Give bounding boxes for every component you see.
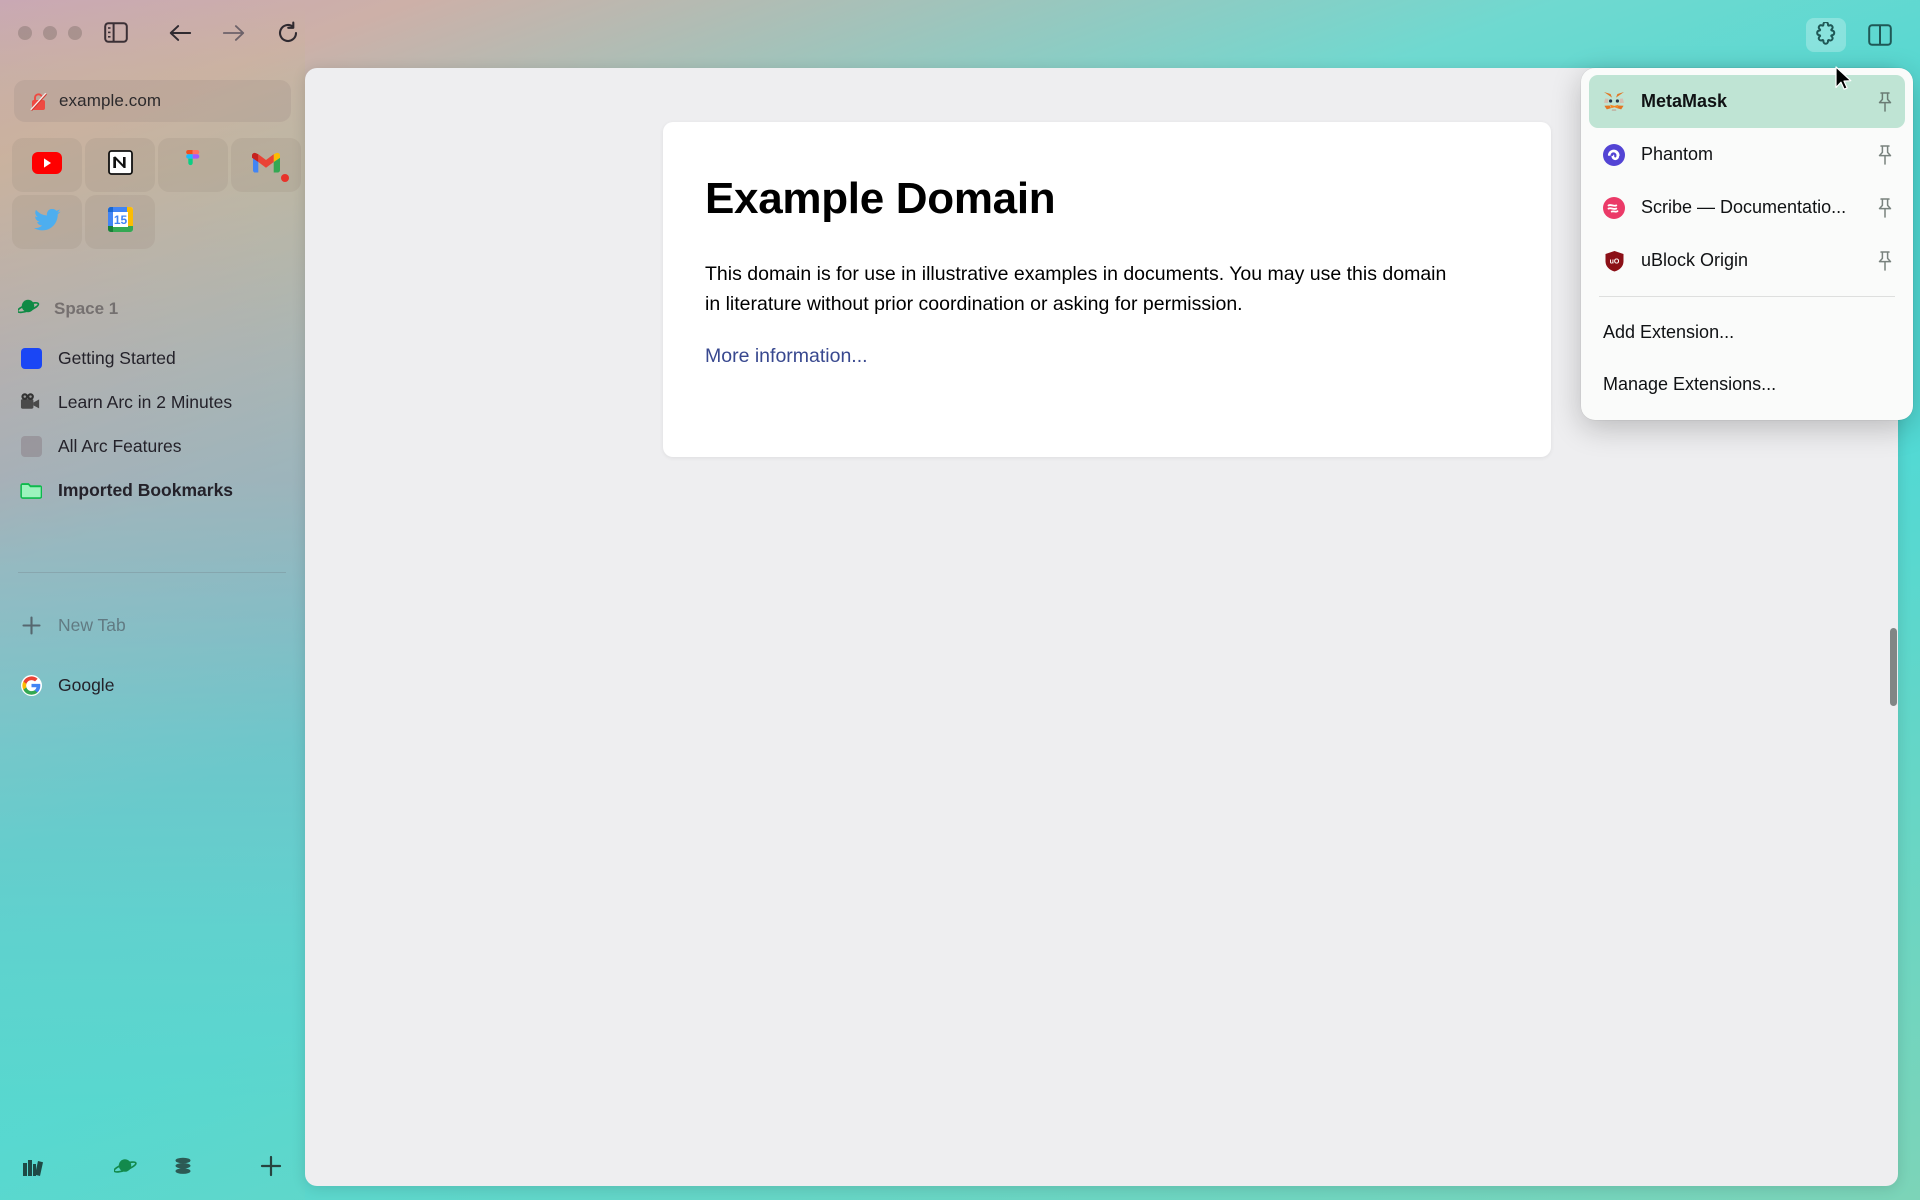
pinned-tab-figma[interactable]: [158, 138, 228, 192]
notification-badge: [281, 174, 289, 182]
extension-item-metamask[interactable]: MetaMask: [1589, 75, 1905, 128]
extension-name: Phantom: [1641, 144, 1714, 164]
more-information-link[interactable]: More information...: [705, 345, 868, 367]
menu-divider: [1599, 296, 1895, 297]
movie-camera-icon: [20, 391, 42, 413]
phantom-ghost-icon: [1603, 143, 1625, 166]
extension-item-ublock-origin[interactable]: uO uBlock Origin: [1589, 234, 1905, 287]
address-bar[interactable]: example.com: [14, 80, 291, 122]
pinned-tab-google-calendar[interactable]: 15: [85, 195, 155, 249]
sidebar-item-learn-arc[interactable]: Learn Arc in 2 Minutes: [12, 380, 294, 424]
extension-name: MetaMask: [1641, 91, 1728, 111]
extensions-puzzle-icon[interactable]: [1806, 18, 1846, 52]
calendar-icon: 15: [107, 207, 133, 237]
library-icon[interactable]: [22, 1155, 48, 1177]
not-secure-icon: [30, 92, 48, 111]
google-icon: [20, 674, 42, 696]
reload-icon[interactable]: [276, 21, 300, 45]
back-icon[interactable]: [168, 21, 192, 45]
blue-square-icon: [20, 347, 42, 369]
extension-name: uBlock Origin: [1641, 250, 1749, 270]
extensions-dropdown-menu: MetaMask Phantom Scribe — Documentatio..…: [1581, 68, 1913, 420]
sidebar-bottom-bar: [0, 1154, 305, 1178]
twitter-icon: [33, 208, 61, 236]
sidebar-item-google[interactable]: Google: [20, 668, 114, 702]
scribe-icon: [1603, 196, 1625, 219]
pinned-tabs-grid: 15: [12, 138, 301, 249]
pin-icon[interactable]: [1875, 197, 1895, 219]
youtube-icon: [32, 151, 62, 179]
planet-icon[interactable]: [113, 1156, 138, 1177]
figma-icon: [184, 149, 202, 181]
sidebar-item-label: Getting Started: [58, 347, 176, 368]
sidebar-divider: [18, 572, 286, 573]
page-scrollbar-thumb[interactable]: [1890, 628, 1897, 706]
toggle-sidebar-icon[interactable]: [104, 22, 128, 43]
archive-icon[interactable]: [172, 1155, 194, 1177]
sidebar-item-imported-bookmarks[interactable]: Imported Bookmarks: [12, 468, 294, 512]
split-view-icon[interactable]: [1860, 18, 1900, 52]
extension-name: Scribe — Documentatio...: [1641, 197, 1847, 217]
sidebar-item-getting-started[interactable]: Getting Started: [12, 336, 294, 380]
window-traffic-lights[interactable]: [18, 26, 82, 40]
notion-icon: [107, 150, 133, 180]
svg-text:15: 15: [113, 213, 127, 227]
grey-square-icon: [20, 435, 42, 457]
sidebar-item-label: Google: [58, 674, 115, 695]
example-domain-card: Example Domain This domain is for use in…: [663, 122, 1551, 457]
toolbar-right: [1806, 18, 1900, 52]
new-tab-label: New Tab: [58, 614, 126, 635]
plus-icon[interactable]: [259, 1154, 283, 1178]
plus-icon: [20, 614, 42, 636]
pinned-tab-twitter[interactable]: [12, 195, 82, 249]
sidebar-item-label: Learn Arc in 2 Minutes: [58, 391, 233, 412]
space-label: Space 1: [54, 299, 119, 318]
extension-item-scribe[interactable]: Scribe — Documentatio...: [1589, 181, 1905, 234]
maximize-window-button[interactable]: [68, 26, 82, 40]
close-window-button[interactable]: [18, 26, 32, 40]
pinned-tab-notion[interactable]: [85, 138, 155, 192]
ublock-shield-icon: uO: [1603, 250, 1625, 272]
address-text: example.com: [59, 91, 162, 110]
pin-icon[interactable]: [1875, 144, 1895, 166]
add-extension-label: Add Extension...: [1603, 321, 1735, 342]
add-extension-menu-item[interactable]: Add Extension...: [1589, 306, 1905, 358]
pin-icon[interactable]: [1875, 91, 1895, 113]
pinned-tab-gmail[interactable]: [231, 138, 301, 192]
extension-item-phantom[interactable]: Phantom: [1589, 128, 1905, 181]
green-folder-icon: [20, 479, 42, 501]
sidebar-item-label: All Arc Features: [58, 435, 182, 456]
navigation-buttons: [168, 21, 300, 45]
new-tab-button[interactable]: New Tab: [20, 608, 126, 642]
metamask-fox-icon: [1603, 91, 1625, 113]
manage-extensions-menu-item[interactable]: Manage Extensions...: [1589, 358, 1905, 410]
svg-text:uO: uO: [1609, 258, 1619, 265]
browser-window: example.com 15 Space 1 Getting Started L…: [0, 0, 1920, 1200]
forward-icon[interactable]: [222, 21, 246, 45]
sidebar-item-label: Imported Bookmarks: [58, 479, 234, 500]
tab-list: Getting Started Learn Arc in 2 Minutes A…: [12, 336, 294, 512]
pinned-tab-youtube[interactable]: [12, 138, 82, 192]
planet-icon: [16, 297, 40, 322]
page-title: Example Domain: [705, 174, 1056, 223]
pin-icon[interactable]: [1875, 250, 1895, 272]
page-paragraph: This domain is for use in illustrative e…: [705, 263, 1447, 315]
manage-extensions-label: Manage Extensions...: [1603, 373, 1777, 394]
gmail-icon: [252, 152, 280, 178]
space-header[interactable]: Space 1: [16, 295, 119, 323]
sidebar-item-all-arc-features[interactable]: All Arc Features: [12, 424, 294, 468]
minimize-window-button[interactable]: [43, 26, 57, 40]
sidebar: example.com 15 Space 1 Getting Started L…: [0, 0, 305, 1200]
